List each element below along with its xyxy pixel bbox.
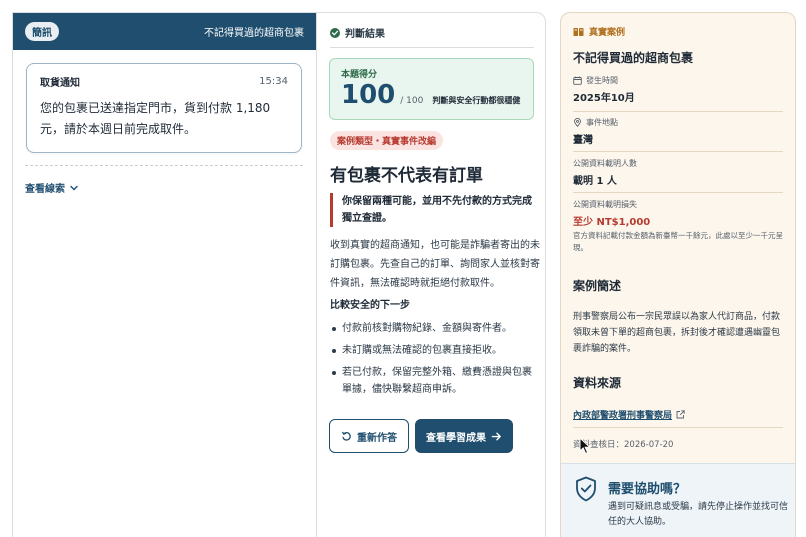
case-tag-label: 真實案例 [589, 28, 626, 38]
help-text: 遇到可疑訊息或受騙，請先停止操作並找可信任的大人協助。 [608, 502, 789, 527]
chevron-down-icon [70, 185, 78, 190]
calendar-icon [573, 76, 582, 85]
view-results-button[interactable]: 查看學習成果 [415, 419, 513, 453]
scenario-title: 不記得買過的超商包裹 [204, 28, 304, 39]
mouse-cursor-icon [579, 437, 591, 455]
divider [573, 192, 783, 193]
view-clues-label: 查看線索 [25, 184, 65, 195]
sms-badge: 簡訊 [25, 22, 59, 41]
explanation-paragraph: 收到真實的超商通知，也可能是詐騙者寄出的未訂購包裹。先查自己的訂單、詢問家人並核… [330, 240, 540, 289]
divider [573, 427, 783, 428]
count-label: 公開資料載明人數 [573, 159, 637, 168]
result-headline: 有包裹不代表有訂單 [330, 166, 483, 186]
list-item: 若已付款，保留完整外箱、繳費憑證與包裹單據，儘快聯繫超商申訴。 [330, 364, 540, 398]
next-steps-heading: 比較安全的下一步 [330, 300, 410, 311]
feedback-quote: 你保留兩種可能，並用不先付款的方式完成獨立查證。 [330, 193, 534, 227]
case-panel: 真實案例 不記得買過的超商包裹 發生時間 2025年10月 事件地點 臺灣 公開… [560, 12, 796, 537]
refresh-icon [342, 431, 351, 441]
result-panel: 判斷結果 本題得分 100 / 100 判斷與安全行動都很穩健 案例類型・真實事… [316, 12, 546, 537]
score-total: / 100 [400, 96, 424, 106]
divider [573, 111, 783, 112]
message-panel: 簡訊 不記得買過的超商包裹 取貨通知 15:34 您的包裹已送達指定門市，貨到付… [12, 12, 316, 537]
external-link-icon [676, 410, 685, 419]
source-heading: 資料來源 [573, 376, 622, 390]
score-label: 本題得分 [341, 70, 378, 80]
case-title: 不記得買過的超商包裹 [573, 51, 694, 65]
count-value: 載明 1 人 [573, 176, 617, 187]
source-link-label: 內政部警政署刑事警察局 [573, 411, 673, 421]
loss-value: 至少 NT$1,000 [573, 217, 651, 228]
view-clues-button[interactable]: 查看線索 [25, 180, 79, 195]
message-body: 您的包裹已送達指定門市，貨到付款 1,180 元，請於本週日前完成取件。 [40, 101, 271, 136]
shield-check-icon [576, 476, 596, 502]
summary-heading: 案例簡述 [573, 279, 622, 293]
victim-count-info: 公開資料載明人數 載明 1 人 [573, 158, 783, 187]
help-title: 需要協助嗎？ [608, 482, 687, 497]
score-note: 判斷與安全行動都很穩健 [432, 96, 521, 105]
loss-info: 公開資料載明損失 至少 NT$1,000 官方資料記載付款金額為新臺幣一千餘元，… [573, 199, 783, 254]
divider [573, 151, 783, 152]
case-type-badge: 案例類型・真實事件改編 [330, 131, 444, 150]
book-icon [573, 27, 584, 36]
sms-message-card: 取貨通知 15:34 您的包裹已送達指定門市，貨到付款 1,180 元，請於本週… [26, 63, 302, 153]
place-info: 事件地點 臺灣 [573, 117, 783, 146]
view-results-label: 查看學習成果 [426, 432, 486, 444]
result-header: 判斷結果 [330, 25, 385, 40]
loss-note: 官方資料記載付款金額為新臺幣一千餘元，此處以至少一千元呈現。 [573, 231, 783, 252]
divider [330, 47, 534, 48]
divider [25, 165, 303, 166]
summary-text: 刑事警察局公布一宗民眾誤以為家人代訂商品，付款領取未曾下單的超商包裹，拆封後才確… [573, 312, 781, 354]
date-info: 發生時間 2025年10月 [573, 75, 783, 104]
date-value: 2025年10月 [573, 93, 635, 104]
list-item: 未訂購或無法確認的包裹直接拒收。 [330, 342, 540, 359]
location-pin-icon [574, 118, 581, 127]
result-header-label: 判斷結果 [345, 29, 385, 40]
case-tag: 真實案例 [573, 25, 625, 38]
check-icon [330, 27, 340, 38]
place-value: 臺灣 [573, 135, 593, 146]
message-label: 取貨通知 [40, 78, 80, 89]
arrow-right-icon [491, 432, 501, 440]
list-item: 付款前核對購物紀錄、金額與寄件者。 [330, 320, 540, 337]
score-box: 本題得分 100 / 100 判斷與安全行動都很穩健 [329, 58, 534, 120]
next-steps-list: 付款前核對購物紀錄、金額與寄件者。 未訂購或無法確認的包裹直接拒收。 若已付款，… [330, 320, 540, 403]
place-label: 事件地點 [586, 118, 618, 127]
message-header: 簡訊 不記得買過的超商包裹 [13, 13, 316, 50]
help-box: 需要協助嗎？ 遇到可疑訊息或受騙，請先停止操作並找可信任的大人協助。 [561, 463, 795, 537]
date-label: 發生時間 [586, 76, 618, 85]
loss-label: 公開資料載明損失 [573, 200, 637, 209]
score-value: 100 [341, 80, 396, 110]
retry-label: 重新作答 [357, 432, 397, 444]
source-link[interactable]: 內政部警政署刑事警察局 [573, 408, 685, 421]
message-time: 15:34 [259, 76, 288, 87]
retry-button[interactable]: 重新作答 [329, 419, 409, 453]
